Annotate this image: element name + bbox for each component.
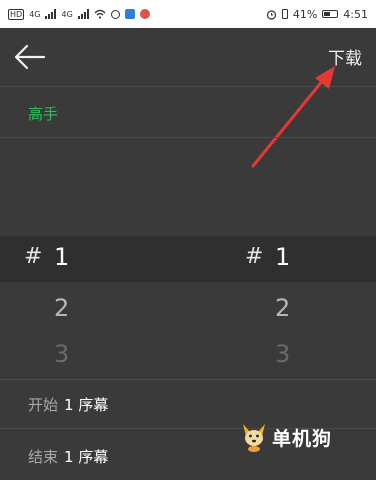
start-label: 开始 bbox=[28, 396, 59, 414]
watermark: 单机狗 bbox=[240, 422, 332, 452]
left-picker-selected[interactable]: 1 bbox=[54, 243, 69, 271]
battery-icon bbox=[322, 10, 339, 18]
wifi-icon bbox=[94, 9, 106, 19]
status-bar: HD 4G 4G 41% 4:51 bbox=[0, 0, 376, 28]
vibrate-icon bbox=[281, 9, 288, 19]
left-picker-hash: # bbox=[24, 244, 43, 269]
app-notification-icon bbox=[124, 9, 135, 19]
download-button[interactable]: 下载 bbox=[328, 44, 362, 69]
left-picker-item[interactable]: 3 bbox=[54, 340, 69, 368]
right-picker-hash: # bbox=[245, 244, 264, 269]
network-label-2: 4G bbox=[61, 9, 73, 19]
back-arrow-icon bbox=[14, 44, 46, 70]
clock: 4:51 bbox=[343, 7, 368, 21]
book-title: 高手 bbox=[28, 105, 59, 123]
status-right: 41% 4:51 bbox=[266, 8, 368, 21]
end-label: 结束 bbox=[28, 448, 59, 466]
start-value: 1 序幕 bbox=[64, 396, 109, 414]
network-label-1: 4G bbox=[29, 9, 41, 19]
right-picker-selected[interactable]: 1 bbox=[275, 243, 290, 271]
left-picker-item[interactable]: 2 bbox=[54, 294, 69, 322]
watermark-text: 单机狗 bbox=[272, 427, 333, 450]
signal-icon-2 bbox=[77, 9, 89, 19]
start-row[interactable]: 开始 1 序幕 bbox=[28, 394, 108, 415]
back-button[interactable] bbox=[12, 42, 48, 72]
dog-logo-icon bbox=[243, 424, 265, 452]
signal-icon bbox=[45, 9, 57, 19]
battery-percent: 41% bbox=[292, 7, 318, 21]
toolbar: 下载 bbox=[0, 28, 376, 87]
title-row[interactable]: 高手 bbox=[0, 87, 376, 138]
divider bbox=[0, 379, 376, 380]
end-row[interactable]: 结束 1 序幕 bbox=[28, 446, 108, 467]
right-picker-item[interactable]: 2 bbox=[275, 294, 290, 322]
right-picker-item[interactable]: 3 bbox=[275, 340, 290, 368]
map-notification-icon bbox=[139, 9, 150, 19]
status-left: HD 4G 4G bbox=[8, 8, 150, 20]
end-value: 1 序幕 bbox=[64, 448, 109, 466]
alarm-icon bbox=[266, 9, 276, 20]
hd-badge: HD bbox=[8, 8, 25, 20]
sync-icon bbox=[110, 9, 120, 19]
